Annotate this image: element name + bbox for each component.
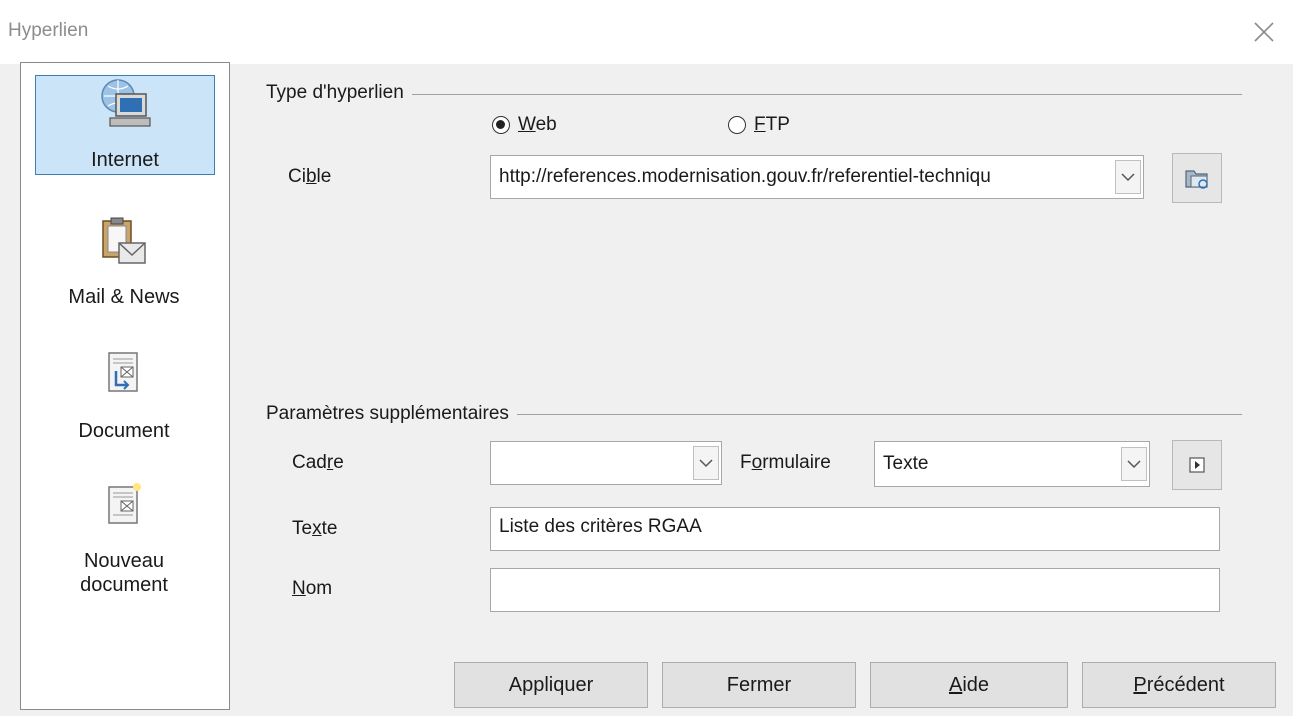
new-document-icon [95, 481, 151, 539]
open-folder-icon[interactable] [1172, 153, 1222, 203]
hyperlink-category-sidebar: Internet Mail & News Document Nouveau do… [20, 62, 230, 710]
play-macro-icon[interactable] [1172, 440, 1222, 490]
sidebar-item-label-line1: Nouveau [83, 550, 165, 572]
form-combobox[interactable]: Texte [874, 441, 1150, 487]
sidebar-item-label: Internet [91, 149, 159, 171]
chevron-down-icon[interactable] [693, 446, 719, 480]
target-url-combobox[interactable]: http://references.modernisation.gouv.fr/… [490, 155, 1144, 199]
sidebar-item-label: Document [78, 420, 170, 442]
clipboard-envelope-icon [95, 215, 151, 273]
name-input[interactable] [490, 568, 1220, 612]
sidebar-item-mail-news[interactable]: Mail & News [35, 211, 215, 311]
globe-computer-icon [96, 76, 152, 134]
chevron-down-icon[interactable] [1115, 160, 1141, 194]
close-icon[interactable] [1246, 14, 1282, 50]
radio-ftp-indicator[interactable] [728, 116, 746, 134]
name-label: Nom [292, 578, 333, 599]
window-title: Hyperlien [8, 20, 89, 41]
document-icon [95, 349, 151, 407]
apply-button[interactable]: Appliquer [454, 662, 648, 708]
frame-combobox[interactable] [490, 441, 722, 485]
sidebar-item-document[interactable]: Document [35, 347, 215, 447]
extra-params-heading: Paramètres supplémentaires [266, 403, 517, 425]
radio-web-indicator[interactable] [492, 116, 510, 134]
group-separator [266, 94, 1242, 95]
sidebar-item-label-line2: document [80, 574, 168, 596]
radio-ftp-label: FTP [754, 114, 790, 135]
sidebar-item-internet[interactable]: Internet [35, 75, 215, 175]
target-label: Cible [288, 166, 332, 187]
text-input[interactable]: Liste des critères RGAA [490, 507, 1220, 551]
target-url-value: http://references.modernisation.gouv.fr/… [499, 166, 991, 187]
frame-label: Cadre [292, 452, 344, 473]
close-button[interactable]: Fermer [662, 662, 856, 708]
radio-ftp[interactable]: FTP [728, 114, 790, 136]
title-bar: Hyperlien [0, 0, 1293, 64]
form-label: Formulaire [740, 452, 831, 473]
sidebar-item-label: Mail & News [68, 286, 180, 308]
radio-web[interactable]: Web [492, 114, 557, 136]
hyperlink-type-heading: Type d'hyperlien [266, 82, 412, 104]
help-button[interactable]: Aide [870, 662, 1068, 708]
back-button[interactable]: Précédent [1082, 662, 1276, 708]
form-value: Texte [883, 453, 929, 474]
sidebar-item-new-document[interactable]: Nouveau document [35, 479, 215, 609]
radio-web-label: Web [518, 114, 557, 135]
text-label: Texte [292, 518, 338, 539]
text-input-value: Liste des critères RGAA [499, 516, 702, 537]
chevron-down-icon[interactable] [1121, 447, 1147, 481]
